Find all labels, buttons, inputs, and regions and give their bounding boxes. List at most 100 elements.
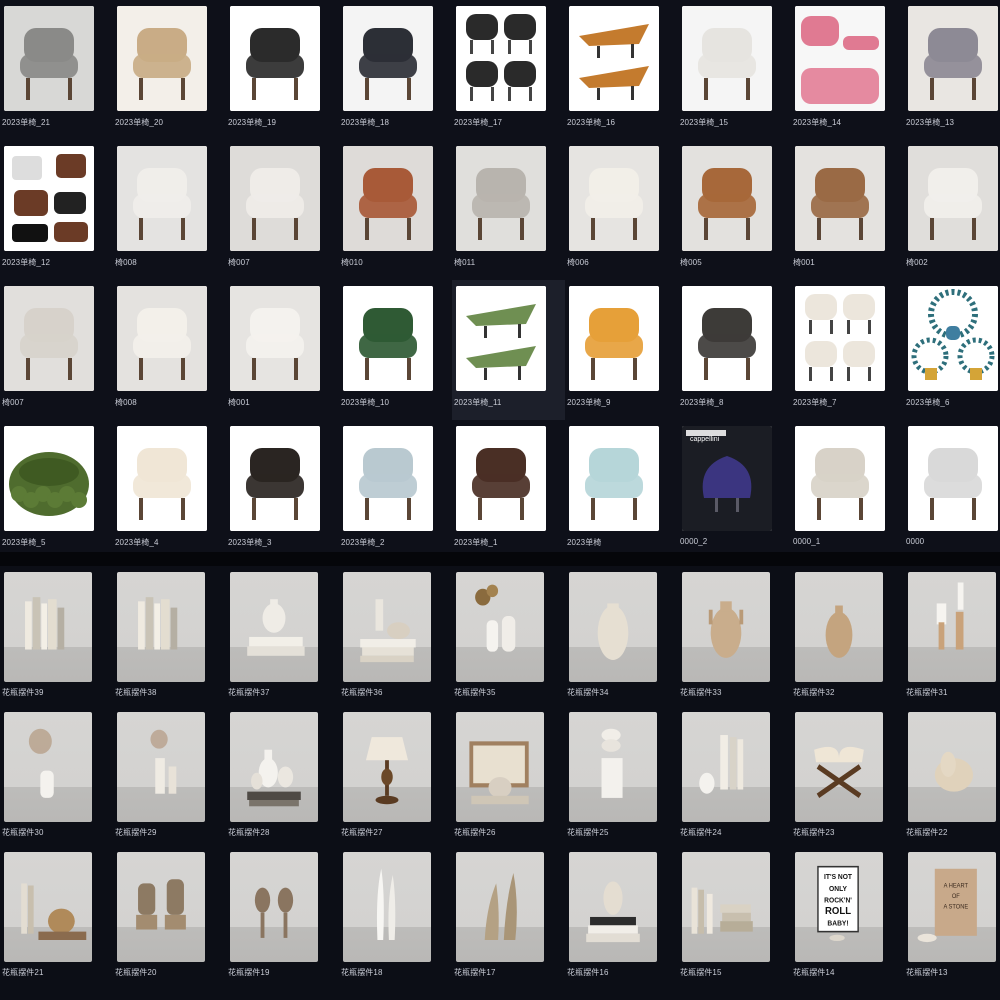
decor-thumbnail-item[interactable]: 花瓶摆件30 [0,706,113,846]
wood-cream-armchair-preview[interactable] [117,426,207,531]
decor-thumbnail-item[interactable]: 花瓶摆件18 [339,846,452,986]
boucle-egg-chair-preview[interactable] [230,286,320,391]
decor-thumbnail-item[interactable]: 花瓶摆件24 [678,706,791,846]
decor-thumbnail-item[interactable]: 花瓶摆件23 [791,706,904,846]
decor-thumbnail-item[interactable]: 花瓶摆件17 [452,846,565,986]
chair-thumbnail-item[interactable]: 2023单椅_8 [678,280,791,420]
chair-thumbnail-item[interactable]: 2023单椅 [565,420,678,560]
amphora-vase-preview[interactable] [682,572,770,682]
cushioned-sofa-chair-preview[interactable] [908,6,998,111]
chair-thumbnail-item[interactable]: 2023单椅_20 [113,0,226,140]
decor-thumbnail-item[interactable]: 花瓶摆件28 [226,706,339,846]
book-cover-bowl-preview[interactable]: A HEART OF A STONE [908,852,996,962]
chair-thumbnail-item[interactable]: 2023单椅_21 [0,0,113,140]
chair-thumbnail-item[interactable]: 2023单椅_9 [565,280,678,420]
wingback-chair-set-black-preview[interactable] [230,6,320,111]
ribbed-vase-preview[interactable] [569,572,657,682]
chair-thumbnail-item[interactable]: 椅001 [226,280,339,420]
brown-leather-sling-chair-preview[interactable] [343,146,433,251]
green-origami-chairs-preview[interactable] [456,286,546,391]
acrylic-fur-chair-preview[interactable] [343,426,433,531]
dark-tufted-chair-preview[interactable] [343,6,433,111]
grey-bean-chair-preview[interactable] [908,426,998,531]
dark-box-armchair-preview[interactable] [682,286,772,391]
wood-grey-armchair-preview[interactable] [795,426,885,531]
books-and-vase-preview[interactable] [682,712,770,822]
decor-thumbnail-item[interactable]: 花瓶摆件37 [226,566,339,706]
white-folded-chaise-preview[interactable] [230,146,320,251]
books-row-preview[interactable] [682,852,770,962]
chair-thumbnail-item[interactable]: 椅011 [452,140,565,280]
ornamental-figures-preview[interactable] [230,852,318,962]
table-lamp-preview[interactable] [343,712,431,822]
blue-fan-chair-preview[interactable]: cappellini [682,426,772,531]
chair-thumbnail-item[interactable]: 2023单椅_4 [113,420,226,560]
candle-holders-preview[interactable] [908,572,996,682]
chair-thumbnail-item[interactable]: 2023单椅_18 [339,0,452,140]
tan-cantilever-chair-preview[interactable] [682,146,772,251]
decor-thumbnail-item[interactable]: IT'S NOT ONLY ROCK'N' ROLL BABY! 花瓶摆件14 [791,846,904,986]
decor-thumbnail-item[interactable]: 花瓶摆件26 [452,706,565,846]
white-stacked-cushion-chair-preview[interactable] [569,146,659,251]
chair-thumbnail-item[interactable]: 椅005 [678,140,791,280]
chair-thumbnail-item[interactable]: 0000 [904,420,1000,560]
twisted-cones-preview[interactable] [456,852,544,962]
vase-on-book-stack-preview[interactable] [569,852,657,962]
decor-thumbnail-item[interactable]: 花瓶摆件22 [904,706,1000,846]
vase-dried-twigs-preview[interactable] [4,712,92,822]
decor-thumbnail-item[interactable]: 花瓶摆件38 [113,566,226,706]
chair-thumbnail-item[interactable]: 2023单椅_19 [226,0,339,140]
black-shell-chairs-four-preview[interactable] [456,6,546,111]
white-rolled-armchair-preview[interactable] [908,146,998,251]
boucle-chairs-four-preview[interactable] [795,286,885,391]
decor-thumbnail-item[interactable]: 花瓶摆件21 [0,846,113,986]
chair-thumbnail-item[interactable]: 2023单椅_15 [678,0,791,140]
chair-thumbnail-item[interactable]: 椅001 [791,140,904,280]
vases-on-books-stack-preview[interactable] [343,572,431,682]
wooden-armchair-beige-preview[interactable] [117,6,207,111]
pink-chair-set-preview[interactable] [795,6,885,111]
lion-statues-preview[interactable] [117,852,205,962]
green-bubble-chair-preview[interactable] [4,426,94,531]
tufted-white-armchair-preview[interactable] [117,286,207,391]
chair-thumbnail-item[interactable]: 椅002 [904,140,1000,280]
decor-thumbnail-item[interactable]: 花瓶摆件25 [565,706,678,846]
decor-thumbnail-item[interactable]: 花瓶摆件27 [339,706,452,846]
books-upright-preview[interactable] [4,572,92,682]
chair-thumbnail-item[interactable]: 2023单椅_1 [452,420,565,560]
decor-thumbnail-item[interactable]: 花瓶摆件36 [339,566,452,706]
clay-jug-preview[interactable] [795,572,883,682]
vase-on-books-preview[interactable] [230,572,318,682]
chair-thumbnail-item[interactable]: cappellini 0000_2 [678,420,791,560]
decor-thumbnail-item[interactable]: 花瓶摆件20 [113,846,226,986]
chair-thumbnail-item[interactable]: 2023单椅_7 [791,280,904,420]
decor-thumbnail-item[interactable]: 花瓶摆件34 [565,566,678,706]
chair-thumbnail-item[interactable]: 椅007 [226,140,339,280]
frame-and-bowl-preview[interactable] [456,712,544,822]
white-loop-chair-preview[interactable] [682,6,772,111]
decor-thumbnail-item[interactable]: 花瓶摆件16 [565,846,678,986]
white-curved-chair-preview[interactable] [117,146,207,251]
chair-thumbnail-item[interactable]: 2023单椅_16 [565,0,678,140]
chair-thumbnail-item[interactable]: 椅008 [113,140,226,280]
vases-dried-flowers-preview[interactable] [456,572,544,682]
open-book-stand-preview[interactable] [795,712,883,822]
brown-lounge-armchair-preview[interactable] [795,146,885,251]
chair-thumbnail-item[interactable]: 2023单椅_11 [452,280,565,420]
chair-thumbnail-item[interactable]: 椅006 [565,140,678,280]
chair-thumbnail-item[interactable]: 2023单椅_6 [904,280,1000,420]
decor-thumbnail-item[interactable]: 花瓶摆件39 [0,566,113,706]
stone-sculpture-preview[interactable] [908,712,996,822]
stacked-bowls-pedestal-preview[interactable] [569,712,657,822]
orange-shell-dining-chair-preview[interactable] [569,286,659,391]
peacock-chairs-preview[interactable] [908,286,998,391]
decor-thumbnail-item[interactable]: 花瓶摆件15 [678,846,791,986]
chair-thumbnail-item[interactable]: 2023单椅_14 [791,0,904,140]
slim-white-vases-preview[interactable] [343,852,431,962]
rock-poster-frame-preview[interactable]: IT'S NOT ONLY ROCK'N' ROLL BABY! [795,852,883,962]
chair-thumbnail-item[interactable]: 2023单椅_2 [339,420,452,560]
black-leather-wood-chair-preview[interactable] [230,426,320,531]
decor-thumbnail-item[interactable]: A HEART OF A STONE 花瓶摆件13 [904,846,1000,986]
chair-thumbnail-item[interactable]: 2023单椅_12 [0,140,113,280]
chair-thumbnail-item[interactable]: 2023单椅_3 [226,420,339,560]
